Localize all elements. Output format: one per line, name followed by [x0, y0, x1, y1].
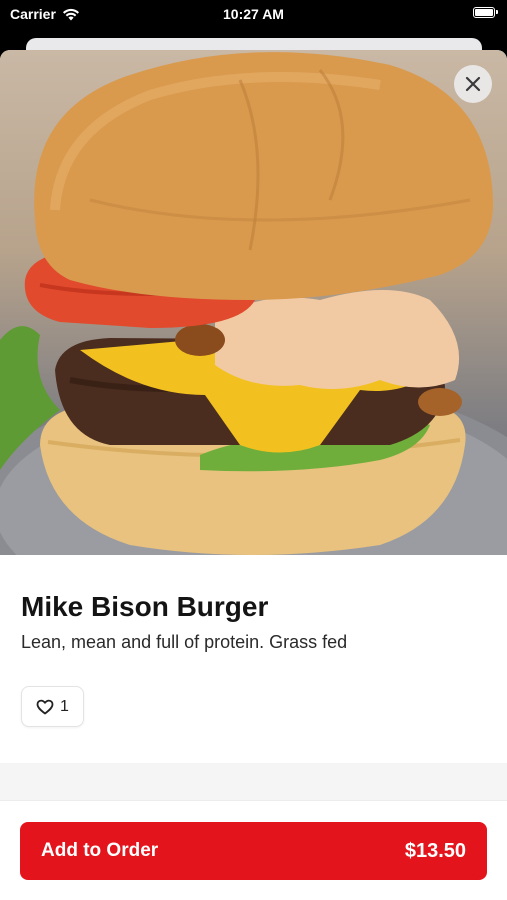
close-button[interactable]	[454, 65, 492, 103]
add-to-order-label: Add to Order	[41, 840, 159, 861]
like-button[interactable]: 1	[21, 686, 84, 727]
like-count: 1	[60, 697, 69, 715]
item-title: Mike Bison Burger	[21, 591, 269, 622]
item-description: Lean, mean and full of protein. Grass fe…	[21, 632, 348, 652]
add-to-order-button[interactable]: Add to Order $13.50	[20, 822, 487, 880]
section-divider	[0, 763, 507, 805]
status-time: 10:27 AM	[223, 6, 284, 22]
item-detail-sheet: Mike Bison Burger Lean, mean and full of…	[0, 50, 507, 900]
battery-icon	[473, 7, 498, 18]
heart-icon	[36, 699, 54, 714]
status-bar: Carrier 10:27 AM	[0, 0, 507, 30]
order-footer: Add to Order $13.50	[0, 800, 507, 900]
item-image	[0, 50, 507, 555]
order-price: $13.50	[404, 839, 466, 862]
close-icon	[465, 76, 481, 92]
burger-illustration	[0, 52, 507, 555]
